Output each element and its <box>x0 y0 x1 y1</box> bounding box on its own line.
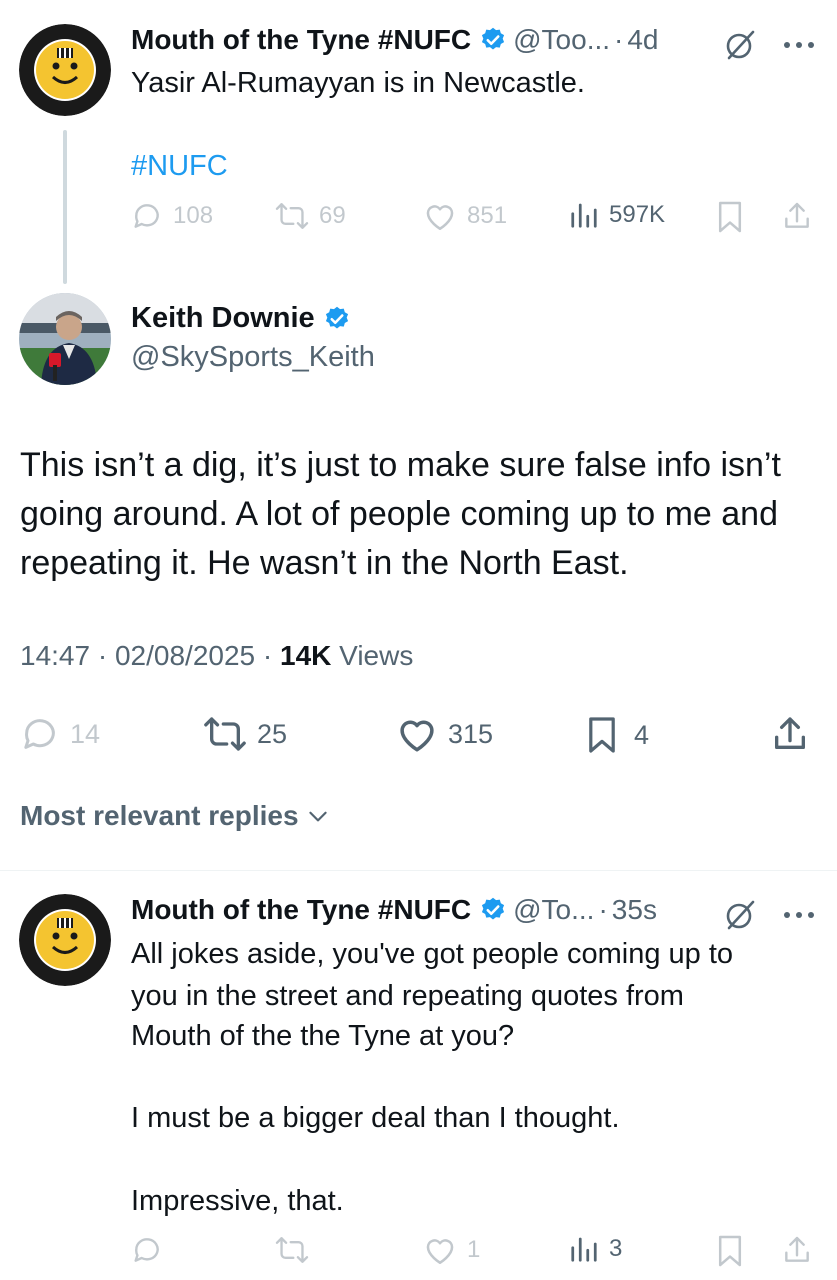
reply-button[interactable] <box>131 1234 173 1266</box>
separator-dot: · <box>97 640 108 671</box>
repost-icon <box>275 1237 309 1263</box>
like-button[interactable]: 315 <box>396 714 493 754</box>
reply-button[interactable]: 14 <box>20 714 100 754</box>
chevron-down-icon <box>308 811 327 822</box>
grok-icon[interactable] <box>723 898 757 932</box>
main-tweet-actions: 14 25 315 4 <box>20 710 820 758</box>
views-count: 14K <box>280 640 332 671</box>
repost-button[interactable] <box>275 1234 319 1266</box>
reply-text-line: All jokes aside, you've got people comin… <box>131 938 734 970</box>
heart-icon <box>400 720 434 752</box>
heart-icon <box>426 1239 454 1265</box>
repost-button[interactable]: 25 <box>203 714 287 754</box>
avatar-mouth-of-the-tyne[interactable] <box>19 894 111 986</box>
reply-icon <box>24 719 55 749</box>
post-date[interactable]: 02/08/2025 <box>115 640 255 671</box>
verified-badge-icon <box>482 897 505 920</box>
author-handle[interactable]: @To... <box>513 894 594 926</box>
separator-dot: · <box>598 894 608 925</box>
post-time[interactable]: 14:47 <box>20 640 90 671</box>
repost-icon <box>204 717 246 751</box>
reply-count: 14 <box>70 718 101 749</box>
reply-text-line: I must be a bigger deal than I thought. <box>131 1102 620 1134</box>
like-count: 315 <box>448 718 494 749</box>
bookmark-icon <box>589 717 615 753</box>
views-button[interactable]: 3 <box>569 1234 622 1264</box>
share-button[interactable] <box>781 1234 823 1266</box>
views-count: 3 <box>609 1235 623 1262</box>
views-icon <box>571 1237 597 1262</box>
nufc-logo-icon <box>19 894 111 986</box>
verified-badge-icon <box>325 306 348 328</box>
share-icon <box>785 1236 809 1262</box>
author-handle[interactable]: @SkySports_Keith <box>131 341 375 374</box>
reply-tweet[interactable]: Mouth of the Tyne #NUFC @To... · 35s All… <box>0 870 837 1280</box>
reply-tweet-actions: 1 3 <box>131 1234 817 1274</box>
author-name[interactable]: Keith Downie <box>131 302 315 335</box>
reply-text-line: you in the street and repeating quotes f… <box>131 980 684 1012</box>
replies-sort-dropdown[interactable]: Most relevant replies <box>20 800 331 832</box>
reply-text-line: Mouth of the the Tyne at you? <box>131 1020 515 1052</box>
reply-text-line: Impressive, that. <box>131 1185 344 1217</box>
avatar-keith-downie[interactable] <box>19 293 111 385</box>
reply-tweet-top-icons <box>723 898 815 932</box>
repost-count: 25 <box>257 718 288 749</box>
reply-tweet-header: Mouth of the Tyne #NUFC @To... · 35s <box>131 894 657 926</box>
main-tweet-text: This isn’t a dig, it’s just to make sure… <box>20 446 781 582</box>
share-icon <box>775 717 805 749</box>
profile-photo <box>19 293 111 385</box>
bookmark-count: 4 <box>634 719 650 750</box>
more-options-icon[interactable] <box>783 910 815 920</box>
share-button[interactable] <box>770 714 820 754</box>
like-count: 1 <box>467 1236 481 1263</box>
tweet-metadata: 14:47 · 02/08/2025 · 14K Views <box>20 640 413 672</box>
views-label: Views <box>339 640 414 671</box>
replies-sort-label: Most relevant replies <box>20 800 299 831</box>
main-author-row: Keith Downie <box>131 302 357 335</box>
like-button[interactable]: 1 <box>423 1234 480 1266</box>
bookmark-button[interactable]: 4 <box>586 714 649 756</box>
post-time[interactable]: 35s <box>612 894 657 926</box>
separator-dot: · <box>262 640 273 671</box>
author-name[interactable]: Mouth of the Tyne #NUFC <box>131 894 471 926</box>
bookmark-icon <box>718 1235 742 1267</box>
bookmark-button[interactable] <box>716 1234 754 1268</box>
main-tweet: Keith Downie @SkySports_Keith This isn’t… <box>0 0 837 870</box>
reply-icon <box>134 1238 159 1262</box>
